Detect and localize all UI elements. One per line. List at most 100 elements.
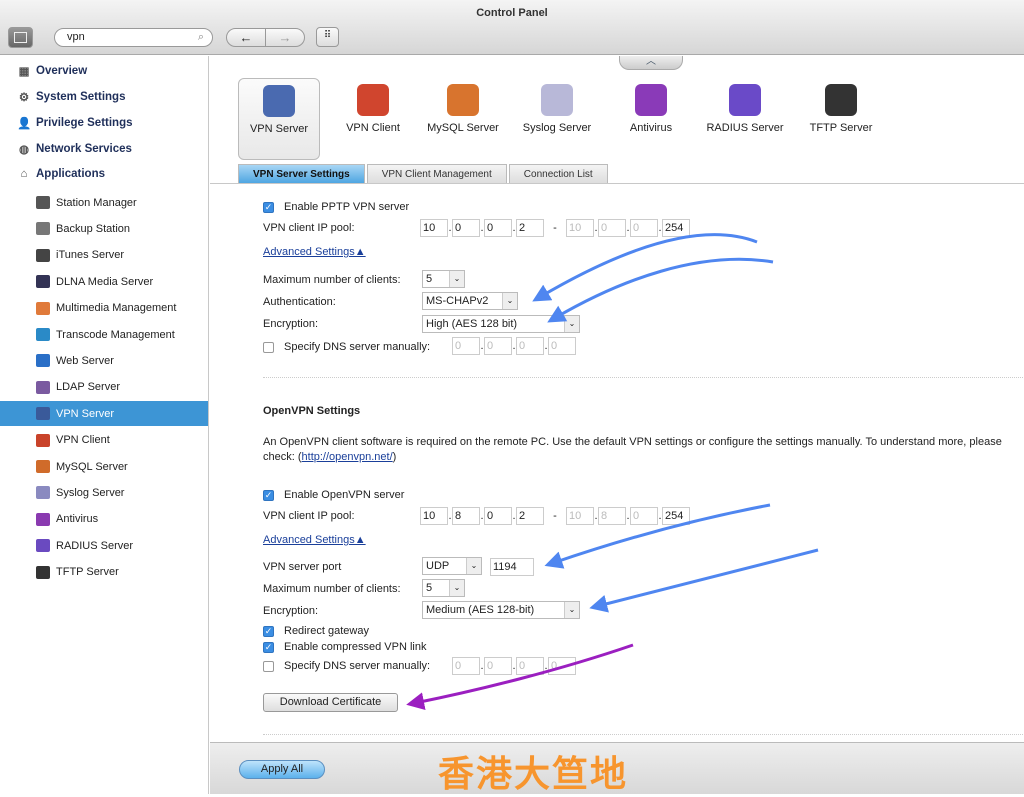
openvpn-port-input[interactable]: 1194 bbox=[490, 558, 534, 576]
apps-grid-button[interactable]: ⠿ bbox=[316, 27, 339, 47]
openvpn-advanced-settings-link[interactable]: Advanced Settings▲ bbox=[263, 534, 366, 546]
ip-octet-input[interactable]: 0 bbox=[630, 219, 658, 237]
tab-connection-list[interactable]: Connection List bbox=[508, 164, 608, 184]
ip-octet-input[interactable]: 10 bbox=[420, 219, 448, 237]
sidebar-item-vpn-client[interactable]: VPN Client bbox=[0, 428, 208, 453]
app-tftp-server[interactable]: TFTP Server bbox=[800, 78, 882, 158]
collapse-toggle[interactable]: ︿ bbox=[619, 56, 683, 70]
tab-vpn-server-settings[interactable]: VPN Server Settings bbox=[238, 164, 365, 184]
app-label: Syslog Server bbox=[522, 122, 592, 134]
back-button[interactable]: ← bbox=[226, 28, 266, 47]
ip-octet-input[interactable]: 0 bbox=[452, 337, 480, 355]
ip-octet-input[interactable]: 0 bbox=[452, 219, 480, 237]
apply-all-button[interactable]: Apply All bbox=[239, 760, 325, 779]
pptp-max-clients-select[interactable]: 5 ⌄ bbox=[422, 270, 465, 288]
app-icon bbox=[635, 84, 667, 116]
search-input[interactable]: vpn ⌕ bbox=[54, 28, 213, 47]
ip-octet-input[interactable]: 254 bbox=[662, 507, 690, 525]
sidebar-item-syslog-server[interactable]: Syslog Server bbox=[0, 480, 208, 505]
ip-octet-input[interactable]: 0 bbox=[516, 657, 544, 675]
app-icon bbox=[729, 84, 761, 116]
ip-octet-input[interactable]: 2 bbox=[516, 507, 544, 525]
sidebar-section-applications[interactable]: ⌂ Applications bbox=[17, 168, 106, 180]
sidebar-item-label: Web Server bbox=[56, 354, 114, 367]
openvpn-dns-checkbox[interactable]: Specify DNS server manually: bbox=[263, 657, 430, 675]
ip-octet-input[interactable]: 0 bbox=[484, 219, 512, 237]
sidebar-item-ldap-server[interactable]: LDAP Server bbox=[0, 375, 208, 400]
checkbox-icon: ✓ bbox=[263, 201, 274, 213]
section-label: Network Services bbox=[36, 143, 132, 155]
ip-octet-input[interactable]: 10 bbox=[566, 219, 594, 237]
sidebar-item-web-server[interactable]: Web Server bbox=[0, 348, 208, 373]
sidebar-section-network-services[interactable]: ◍ Network Services bbox=[17, 142, 132, 156]
ip-octet-input[interactable]: 0 bbox=[598, 219, 626, 237]
ip-octet-input[interactable]: 8 bbox=[452, 507, 480, 525]
ip-octet-input[interactable]: 10 bbox=[566, 507, 594, 525]
openvpn-encryption-select[interactable]: Medium (AES 128-bit) ⌄ bbox=[422, 601, 580, 619]
checkbox-label: Specify DNS server manually: bbox=[284, 341, 431, 353]
compressed-link-checkbox[interactable]: ✓ Enable compressed VPN link bbox=[263, 638, 426, 656]
ip-octet-input[interactable]: 8 bbox=[598, 507, 626, 525]
checkbox-icon bbox=[263, 341, 274, 353]
download-certificate-button[interactable]: Download Certificate bbox=[263, 693, 398, 712]
sidebar-item-label: DLNA Media Server bbox=[56, 275, 154, 288]
sidebar-item-backup-station[interactable]: Backup Station bbox=[0, 216, 208, 241]
openvpn-enable-checkbox[interactable]: ✓ Enable OpenVPN server bbox=[263, 486, 404, 504]
sidebar-item-radius-server[interactable]: RADIUS Server bbox=[0, 533, 208, 558]
pptp-authentication-label: Authentication: bbox=[263, 296, 336, 308]
checkbox-icon: ✓ bbox=[263, 641, 274, 653]
chevron-down-icon: ⌄ bbox=[564, 316, 579, 332]
app-vpn-server[interactable]: VPN Server bbox=[238, 78, 320, 160]
checkbox-icon bbox=[263, 660, 274, 672]
ip-octet-input[interactable]: 2 bbox=[516, 219, 544, 237]
pptp-encryption-select[interactable]: High (AES 128 bit) ⌄ bbox=[422, 315, 580, 333]
app-antivirus[interactable]: Antivirus bbox=[610, 78, 692, 158]
openvpn-encryption-label: Encryption: bbox=[263, 605, 319, 617]
overview-icon: ▦ bbox=[18, 66, 30, 78]
sidebar-toggle-button[interactable] bbox=[8, 27, 33, 48]
sidebar-item-station-manager[interactable]: Station Manager bbox=[0, 190, 208, 215]
openvpn-link[interactable]: http://openvpn.net/ bbox=[302, 451, 393, 463]
app-radius-server[interactable]: RADIUS Server bbox=[704, 78, 786, 158]
sidebar-item-transcode-management[interactable]: Transcode Management bbox=[0, 322, 208, 347]
sidebar-item-multimedia-management[interactable]: Multimedia Management bbox=[0, 296, 208, 321]
sidebar-item-dlna-media-server[interactable]: DLNA Media Server bbox=[0, 269, 208, 294]
ip-octet-input[interactable]: 254 bbox=[662, 219, 690, 237]
ip-octet-input[interactable]: 0 bbox=[548, 657, 576, 675]
sidebar-item-label: Multimedia Management bbox=[56, 302, 177, 315]
ip-octet-input[interactable]: 0 bbox=[630, 507, 658, 525]
app-label: VPN Server bbox=[249, 123, 309, 135]
app-icon bbox=[36, 248, 50, 262]
ip-octet-input[interactable]: 0 bbox=[452, 657, 480, 675]
app-syslog-server[interactable]: Syslog Server bbox=[516, 78, 598, 158]
app-mysql-server[interactable]: MySQL Server bbox=[422, 78, 504, 158]
ip-octet-input[interactable]: 0 bbox=[484, 657, 512, 675]
openvpn-max-clients-select[interactable]: 5 ⌄ bbox=[422, 579, 465, 597]
tab-vpn-client-management[interactable]: VPN Client Management bbox=[366, 164, 507, 184]
sidebar-item-tftp-server[interactable]: TFTP Server bbox=[0, 560, 208, 585]
sidebar-item-itunes-server[interactable]: iTunes Server bbox=[0, 243, 208, 268]
watermark: 香港大笪地 bbox=[438, 753, 629, 794]
ip-octet-input[interactable]: 0 bbox=[548, 337, 576, 355]
sidebar-item-antivirus[interactable]: Antivirus bbox=[0, 507, 208, 532]
pptp-enable-checkbox[interactable]: ✓ Enable PPTP VPN server bbox=[263, 198, 409, 216]
ip-octet-input[interactable]: 0 bbox=[484, 337, 512, 355]
pptp-advanced-settings-link[interactable]: Advanced Settings▲ bbox=[263, 246, 366, 258]
sidebar-item-vpn-server[interactable]: VPN Server bbox=[0, 401, 208, 427]
forward-button[interactable]: → bbox=[265, 28, 305, 47]
sidebar-section-overview[interactable]: ▦ Overview bbox=[17, 64, 88, 78]
settings-content: ✓ Enable PPTP VPN server VPN client IP po… bbox=[210, 184, 1024, 742]
openvpn-protocol-select[interactable]: UDP ⌄ bbox=[422, 557, 482, 575]
sidebar-item-mysql-server[interactable]: MySQL Server bbox=[0, 454, 208, 479]
sidebar-section-system-settings[interactable]: ⚙ System Settings bbox=[17, 90, 126, 104]
sidebar-section-privilege-settings[interactable]: 👤 Privilege Settings bbox=[17, 116, 133, 130]
ip-octet-input[interactable]: 0 bbox=[484, 507, 512, 525]
ip-octet-input[interactable]: 0 bbox=[516, 337, 544, 355]
sidebar-item-label: VPN Client bbox=[56, 434, 110, 447]
app-vpn-client[interactable]: VPN Client bbox=[332, 78, 414, 158]
sidebar-item-label: MySQL Server bbox=[56, 460, 128, 473]
app-icon bbox=[36, 196, 50, 209]
ip-octet-input[interactable]: 10 bbox=[420, 507, 448, 525]
pptp-dns-checkbox[interactable]: Specify DNS server manually: bbox=[263, 338, 430, 356]
pptp-authentication-select[interactable]: MS-CHAPv2 ⌄ bbox=[422, 292, 518, 310]
